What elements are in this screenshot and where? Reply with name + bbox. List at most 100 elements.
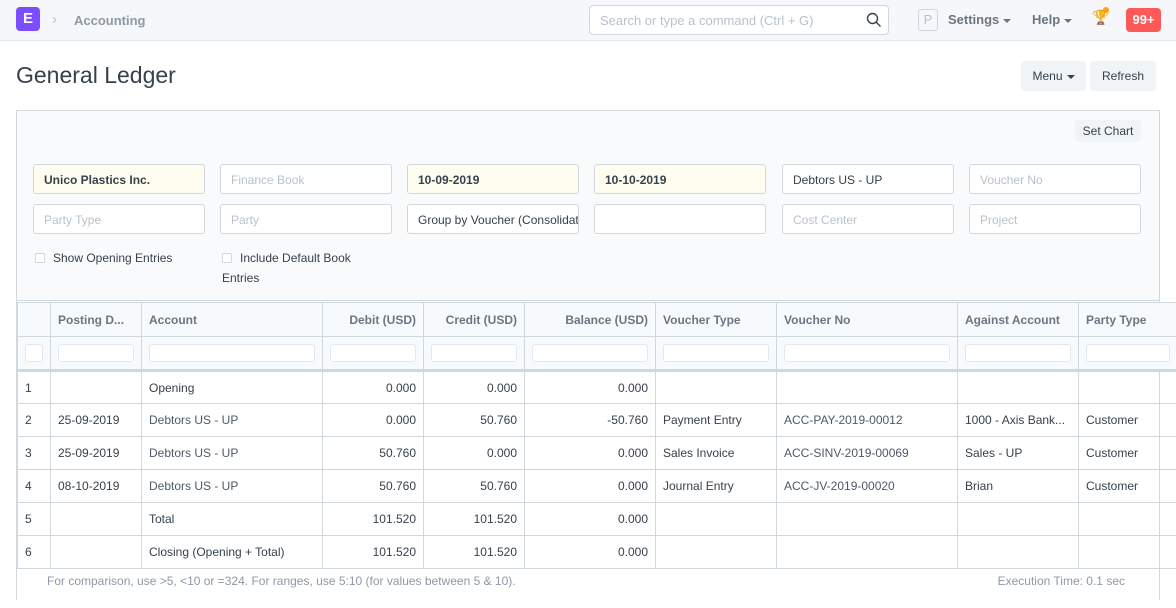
column-filter-cell [141, 336, 323, 372]
include-default-book-checkbox[interactable]: Include Default Book Entries [222, 248, 382, 288]
column-header[interactable]: Party Type [1078, 302, 1176, 337]
table-cell: 08-10-2019 [50, 469, 142, 503]
settings-dropdown[interactable]: Settings [948, 12, 1012, 27]
party-field[interactable]: Party [220, 204, 392, 234]
app-logo[interactable]: E [16, 7, 40, 31]
column-filter-cell [17, 336, 51, 372]
column-filter-input[interactable] [784, 344, 950, 362]
table-cell: 0.000 [322, 403, 424, 437]
column-filter-cell [1078, 336, 1176, 372]
table-row[interactable]: 1 Opening 0.000 0.000 0.000 [17, 370, 1176, 404]
column-header[interactable]: Voucher No [776, 302, 958, 337]
table-cell: 101.520 [423, 502, 525, 536]
filter-area: Set Chart Unico Plastics Inc. Finance Bo… [17, 111, 1159, 301]
column-filter-input[interactable] [965, 344, 1071, 362]
column-filter-input[interactable] [431, 344, 517, 362]
project-field[interactable]: Project [969, 204, 1141, 234]
column-filter-input[interactable] [149, 344, 315, 362]
table-cell: 0.000 [524, 535, 656, 569]
table-cell [776, 502, 958, 536]
table-cell: Closing (Opening + Total) [141, 535, 323, 569]
table-cell [1078, 535, 1176, 569]
chevron-right-icon: › [52, 11, 57, 28]
table-cell: 101.520 [423, 535, 525, 569]
voucher-no-field[interactable]: Voucher No [969, 164, 1141, 194]
table-cell: 4 [17, 469, 51, 503]
table-cell: 50.760 [322, 469, 424, 503]
table-cell: 2 [17, 403, 51, 437]
column-header[interactable] [17, 302, 51, 337]
column-filter-input[interactable] [1086, 344, 1170, 362]
table-row[interactable]: 3 25-09-2019 Debtors US - UP 50.760 0.000 0.0… [17, 436, 1176, 470]
table-cell [776, 535, 958, 569]
checkbox-label: Include Default Book Entries [222, 251, 351, 285]
column-filter-input[interactable] [663, 344, 769, 362]
table-row[interactable]: 5 Total 101.520 101.520 0.000 [17, 502, 1176, 536]
group-by-select[interactable]: Group by Voucher (Consolidated) [407, 204, 579, 234]
table-cell [655, 502, 777, 536]
column-filter-cell [322, 336, 424, 372]
table-cell: 0.000 [524, 502, 656, 536]
table-row[interactable]: 4 08-10-2019 Debtors US - UP 50.760 50.760 0.… [17, 469, 1176, 503]
menu-button[interactable]: Menu [1021, 61, 1086, 91]
column-filter-input[interactable] [330, 344, 416, 362]
table-cell: Debtors US - UP [141, 403, 323, 437]
table-cell: 101.520 [322, 502, 424, 536]
table-cell [957, 535, 1079, 569]
notifications-badge[interactable]: 99+ [1126, 8, 1161, 32]
table-cell: -50.760 [524, 403, 656, 437]
table-cell [1078, 502, 1176, 536]
table-cell: 25-09-2019 [50, 436, 142, 470]
table-cell: Debtors US - UP [141, 436, 323, 470]
table-cell: Opening [141, 370, 323, 404]
search-input[interactable]: Search or type a command (Ctrl + G) [589, 5, 889, 35]
table-row[interactable]: 6 Closing (Opening + Total) 101.520 101.520… [17, 535, 1176, 569]
show-opening-entries-checkbox[interactable]: Show Opening Entries [35, 248, 172, 268]
table-cell: Sales Invoice [655, 436, 777, 470]
column-header[interactable]: Account [141, 302, 323, 337]
table-cell [655, 535, 777, 569]
report-panel: Set Chart Unico Plastics Inc. Finance Bo… [16, 110, 1176, 600]
party-type-field[interactable]: Party Type [33, 204, 205, 234]
table-cell: 50.760 [423, 403, 525, 437]
execution-time: Execution Time: 0.1 sec [997, 574, 1125, 588]
table-cell: 0.000 [524, 469, 656, 503]
finance-book-field[interactable]: Finance Book [220, 164, 392, 194]
column-header[interactable]: Debit (USD) [322, 302, 424, 337]
column-filter-cell [50, 336, 142, 372]
column-filter-input[interactable] [25, 344, 43, 362]
caret-down-icon [1064, 18, 1073, 23]
breadcrumb-accounting[interactable]: Accounting [74, 13, 146, 28]
avatar[interactable]: P [918, 9, 938, 31]
table-cell: Total [141, 502, 323, 536]
to-date-field[interactable]: 10-10-2019 [594, 164, 766, 194]
company-field[interactable]: Unico Plastics Inc. [33, 164, 205, 194]
blank-filter-field[interactable] [594, 204, 766, 234]
cost-center-field[interactable]: Cost Center [782, 204, 954, 234]
column-header[interactable]: Balance (USD) [524, 302, 656, 337]
table-cell [1078, 370, 1176, 404]
column-header[interactable]: Credit (USD) [423, 302, 525, 337]
column-filter-input[interactable] [58, 344, 134, 362]
column-header[interactable]: Posting D... [50, 302, 142, 337]
table-cell: 5 [17, 502, 51, 536]
column-filter-input[interactable] [532, 344, 648, 362]
table-row[interactable]: 2 25-09-2019 Debtors US - UP 0.000 50.760 -50… [17, 403, 1176, 437]
account-field[interactable]: Debtors US - UP [782, 164, 954, 194]
from-date-field[interactable]: 10-09-2019 [407, 164, 579, 194]
table-cell: Customer [1078, 436, 1176, 470]
help-dropdown[interactable]: Help [1032, 12, 1073, 27]
table-cell: 1 [17, 370, 51, 404]
column-filter-cell [776, 336, 958, 372]
table-cell: Sales - UP [957, 436, 1079, 470]
table-cell: Journal Entry [655, 469, 777, 503]
search-icon [866, 12, 881, 27]
column-header[interactable]: Voucher Type [655, 302, 777, 337]
column-filter-cell [423, 336, 525, 372]
checkbox-label: Show Opening Entries [53, 251, 173, 265]
navbar: E › Accounting Search or type a command … [0, 0, 1176, 41]
caret-down-icon [1066, 74, 1075, 79]
refresh-button[interactable]: Refresh [1090, 61, 1156, 91]
column-header[interactable]: Against Account [957, 302, 1079, 337]
set-chart-button[interactable]: Set Chart [1075, 120, 1141, 142]
